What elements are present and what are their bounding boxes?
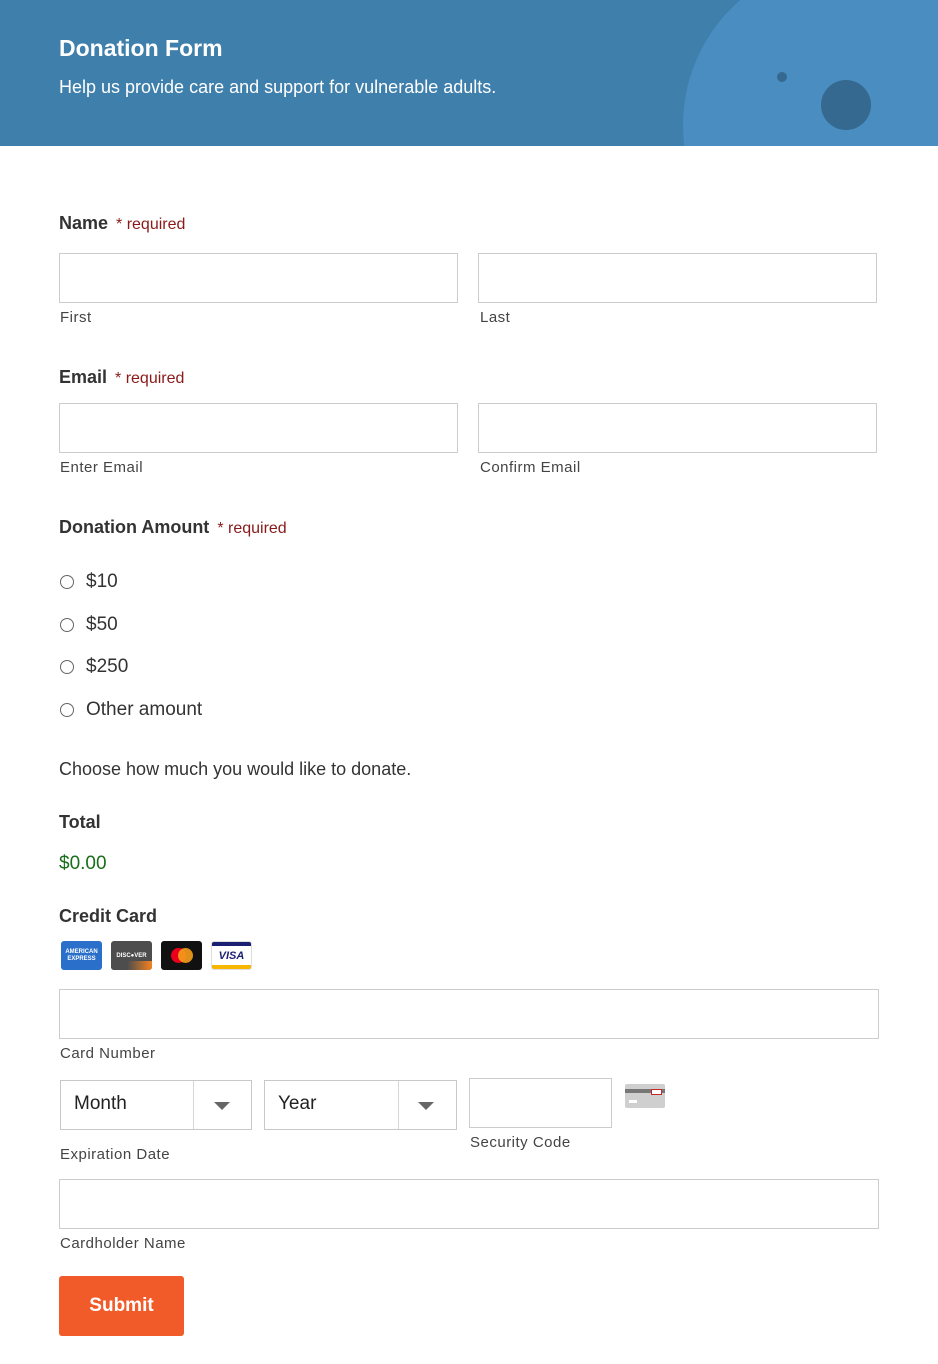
donation-option-50[interactable]: $50 xyxy=(59,613,118,637)
cardholder-name-input[interactable] xyxy=(59,1179,879,1229)
security-code-card-icon xyxy=(625,1084,665,1108)
discover-logo-text: DISC●VER xyxy=(116,952,147,959)
total-label: Total xyxy=(59,812,101,832)
donation-option-label: $250 xyxy=(86,656,129,677)
donation-option-label: Other amount xyxy=(86,699,203,720)
card-number-input[interactable] xyxy=(59,989,879,1039)
card-icons: AMERICAN EXPRESS DISC●VER VISA xyxy=(61,941,252,970)
mastercard-icon xyxy=(161,941,202,970)
form-header: Donation Form Help us provide care and s… xyxy=(0,0,938,146)
security-code-input[interactable] xyxy=(469,1078,612,1128)
visa-icon: VISA xyxy=(211,941,252,970)
donation-option-label: $50 xyxy=(86,614,118,635)
name-label: Name * required xyxy=(59,213,185,234)
header-decoration-dot xyxy=(821,80,871,130)
confirm-email-input[interactable] xyxy=(478,403,877,453)
chevron-down-icon[interactable] xyxy=(214,1102,230,1110)
radio-button[interactable] xyxy=(60,575,74,589)
last-name-sublabel: Last xyxy=(480,309,511,326)
submit-button[interactable]: Submit xyxy=(59,1276,184,1336)
total-value: $0.00 xyxy=(59,853,107,874)
name-label-text: Name xyxy=(59,213,109,233)
form-title: Donation Form xyxy=(59,35,223,61)
form-subtitle: Help us provide care and support for vul… xyxy=(59,77,497,97)
visa-logo-text: VISA xyxy=(218,949,245,962)
visa-bar-bottom xyxy=(212,965,251,969)
mastercard-circle-orange xyxy=(178,948,193,963)
cardholder-name-sublabel: Cardholder Name xyxy=(60,1235,186,1252)
header-decoration xyxy=(683,0,938,146)
header-decoration-dot-small xyxy=(777,72,787,82)
radio-button[interactable] xyxy=(60,703,74,717)
card-line xyxy=(629,1100,637,1103)
year-select-value: Year xyxy=(278,1093,317,1114)
confirm-email-sublabel: Confirm Email xyxy=(480,459,581,476)
donation-amount-label-text: Donation Amount xyxy=(59,517,210,537)
card-number-sublabel: Card Number xyxy=(60,1045,156,1062)
expiration-date-sublabel: Expiration Date xyxy=(60,1146,171,1163)
chevron-down-icon[interactable] xyxy=(418,1102,434,1110)
select-divider xyxy=(398,1081,399,1129)
donation-option-10[interactable]: $10 xyxy=(59,570,118,594)
email-sublabel: Enter Email xyxy=(60,459,144,476)
visa-bar-top xyxy=(212,942,251,946)
donation-option-other[interactable]: Other amount xyxy=(59,698,202,722)
expiration-month-select[interactable]: Month xyxy=(60,1080,252,1130)
required-indicator: * required xyxy=(116,216,186,233)
donation-option-250[interactable]: $250 xyxy=(59,655,128,679)
donation-amount-label: Donation Amount * required xyxy=(59,517,287,538)
email-label: Email * required xyxy=(59,367,184,388)
first-name-input[interactable] xyxy=(59,253,458,303)
donation-help-text: Choose how much you would like to donate… xyxy=(59,759,412,779)
discover-icon: DISC●VER xyxy=(111,941,152,970)
radio-button[interactable] xyxy=(60,660,74,674)
last-name-input[interactable] xyxy=(478,253,877,303)
credit-card-label: Credit Card xyxy=(59,906,158,926)
email-label-text: Email xyxy=(59,367,108,387)
expiration-year-select[interactable]: Year xyxy=(264,1080,457,1130)
required-indicator: * required xyxy=(217,520,287,537)
first-name-sublabel: First xyxy=(60,309,92,326)
amex-logo-text: AMERICAN EXPRESS xyxy=(65,948,98,962)
donation-option-label: $10 xyxy=(86,571,118,592)
discover-stripe xyxy=(111,961,152,970)
radio-button[interactable] xyxy=(60,618,74,632)
email-input[interactable] xyxy=(59,403,458,453)
required-indicator: * required xyxy=(115,370,185,387)
select-divider xyxy=(193,1081,194,1129)
security-code-sublabel: Security Code xyxy=(470,1134,571,1151)
amex-icon: AMERICAN EXPRESS xyxy=(61,941,102,970)
month-select-value: Month xyxy=(74,1093,127,1114)
cvv-box xyxy=(651,1089,662,1095)
